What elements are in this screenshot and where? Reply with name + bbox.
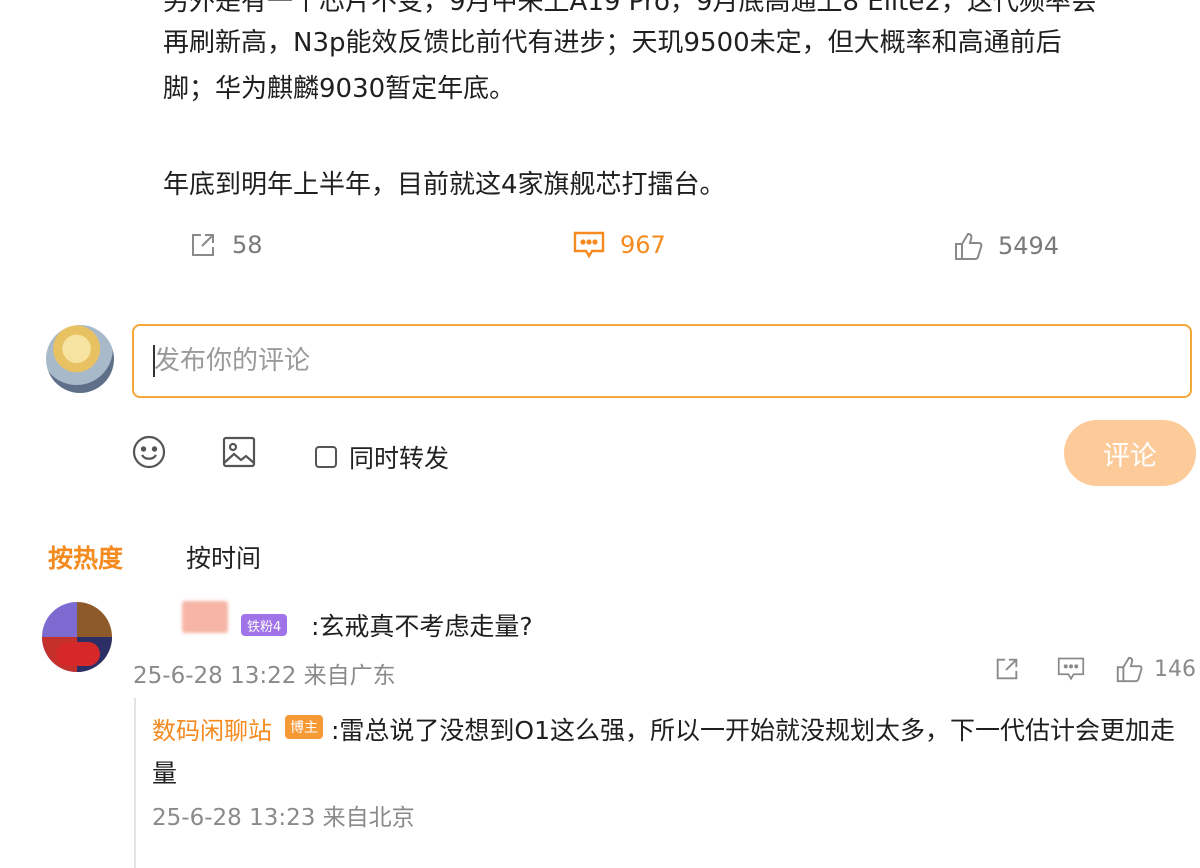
submit-comment-button[interactable]: 评论: [1064, 420, 1196, 486]
comment-like-count: 146: [1154, 656, 1196, 682]
fan-badge: 铁粉4: [241, 614, 288, 636]
post-text-line: 脚；华为麒麟9030暂定年底。: [163, 74, 516, 104]
repost-checkbox-label: 同时转发: [349, 444, 450, 473]
comment-icon: [573, 231, 605, 259]
reply-username[interactable]: 数码闲聊站: [152, 711, 272, 746]
comment-repost-button[interactable]: [993, 655, 1021, 683]
comment-button[interactable]: 967: [572, 229, 666, 261]
reply-meta: 25-6-28 13:23 来自北京: [152, 805, 415, 831]
comment-meta: 25-6-28 13:22 来自广东: [133, 663, 396, 689]
emoji-icon[interactable]: [131, 434, 167, 470]
comment-reply-button[interactable]: [1056, 655, 1086, 683]
repost-button[interactable]: 58: [188, 230, 263, 260]
text-caret: [153, 345, 155, 377]
reply-text-line: :雷总说了没想到O1这么强，所以一开始就没规划太多，下一代估计会更加走: [331, 716, 1176, 745]
my-avatar[interactable]: [46, 325, 114, 393]
comment-text: :玄戒真不考虑走量?: [311, 612, 533, 641]
comment-input-box[interactable]: [132, 324, 1192, 398]
comment-icon: [1057, 657, 1085, 681]
share-icon: [192, 234, 214, 256]
commenter-avatar[interactable]: [42, 602, 112, 672]
like-count: 5494: [998, 232, 1060, 260]
thumbs-up-icon: [955, 232, 983, 260]
owner-badge: 博主: [285, 715, 323, 739]
repost-count: 58: [232, 231, 263, 259]
image-icon[interactable]: [221, 434, 257, 470]
like-button[interactable]: 5494: [952, 230, 1059, 262]
commenter-name[interactable]: …: [182, 601, 228, 633]
post-text-line: 另外是有一个芯片不变，9月中来上A19 Pro，9月底高通上8 Elite2，这…: [163, 0, 1097, 17]
post-text-line: 年底到明年上半年，目前就这4家旗舰芯打擂台。: [163, 170, 726, 200]
checkbox-box[interactable]: [315, 446, 337, 468]
repost-checkbox[interactable]: 同时转发: [315, 439, 449, 475]
comment-like-button[interactable]: 146: [1114, 654, 1196, 684]
post-text-line: 再刷新高，N3p能效反馈比前代有进步；天玑9500未定，但大概率和高通前后: [163, 28, 1062, 58]
tab-sort-time[interactable]: 按时间: [186, 539, 261, 575]
comment-input[interactable]: [134, 326, 1190, 396]
reply-text-line: 量: [152, 759, 178, 788]
share-icon: [996, 658, 1018, 680]
thumbs-up-icon: [1116, 656, 1143, 683]
comment-count: 967: [620, 231, 666, 259]
tab-sort-hot[interactable]: 按热度: [48, 539, 123, 575]
